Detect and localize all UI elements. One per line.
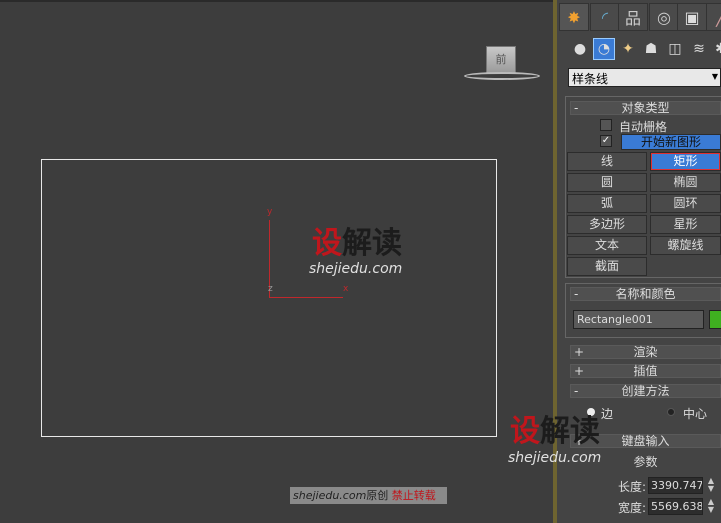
autogrid-label: 自动栅格 bbox=[619, 120, 668, 134]
axis-x-label: x bbox=[343, 284, 349, 294]
tab-hierarchy[interactable]: 品 bbox=[618, 3, 648, 31]
category-dropdown[interactable]: 样条线 ▼ bbox=[568, 68, 721, 87]
viewcube-ring[interactable] bbox=[464, 72, 540, 80]
shape-button[interactable]: 线 bbox=[567, 152, 647, 171]
watermark-logo: 设解读 bbox=[312, 226, 402, 261]
panel-watermark-url: shejiedu.com bbox=[508, 450, 602, 466]
edge-label: 边 bbox=[601, 407, 614, 421]
shape-button[interactable]: 星形 bbox=[650, 215, 721, 234]
interpolation-header[interactable]: + 插值 bbox=[570, 364, 721, 378]
center-label: 中心 bbox=[683, 407, 708, 421]
lights-icon[interactable]: ✦ bbox=[617, 38, 639, 60]
shapes-icon[interactable]: ◔ bbox=[593, 38, 615, 60]
shape-button[interactable]: 矩形 bbox=[650, 152, 721, 171]
shape-button[interactable]: 圆 bbox=[567, 173, 647, 192]
shape-button[interactable]: 文本 bbox=[567, 236, 647, 255]
shape-button[interactable]: 椭圆 bbox=[650, 173, 721, 192]
width-spinner[interactable]: ▲ ▼ bbox=[705, 498, 717, 515]
autogrid-checkbox[interactable] bbox=[600, 119, 612, 131]
creation-method-header[interactable]: - 创建方法 bbox=[570, 384, 721, 398]
panel-watermark-logo: 设解读 bbox=[510, 414, 600, 449]
length-input[interactable]: 3390.747 bbox=[648, 477, 703, 494]
footer-watermark: shejiedu.com原创 禁止转载 bbox=[290, 487, 447, 504]
object-name-input[interactable]: Rectangle001 bbox=[573, 310, 704, 329]
shape-button[interactable]: 弧 bbox=[567, 194, 647, 213]
axis-y-label: y bbox=[267, 207, 273, 217]
watermark-url: shejiedu.com bbox=[309, 261, 403, 277]
viewport[interactable]: 前 y x z 设解读 shejiedu.com shejiedu.com原创 … bbox=[0, 0, 553, 523]
shape-button[interactable]: 截面 bbox=[567, 257, 647, 276]
viewcube-label: 前 bbox=[495, 53, 507, 66]
start-new-shape-checkbox[interactable]: ✓ bbox=[600, 135, 612, 147]
center-radio[interactable] bbox=[667, 408, 675, 416]
shape-button[interactable]: 多边形 bbox=[567, 215, 647, 234]
helpers-icon[interactable]: ◫ bbox=[664, 38, 686, 60]
tab-modify[interactable]: ◜ bbox=[590, 3, 620, 31]
rectangle-shape[interactable] bbox=[41, 159, 497, 437]
name-color-header[interactable]: - 名称和颜色 bbox=[570, 287, 721, 301]
rendering-header[interactable]: + 渲染 bbox=[570, 345, 721, 359]
object-type-header[interactable]: - 对象类型 bbox=[570, 101, 721, 115]
length-spinner[interactable]: ▲ ▼ bbox=[705, 477, 717, 494]
tab-create[interactable]: ✸ bbox=[559, 3, 589, 31]
cameras-icon[interactable]: ☗ bbox=[640, 38, 662, 60]
geometry-icon[interactable]: ● bbox=[569, 38, 591, 60]
axis-z-label: z bbox=[268, 284, 273, 294]
length-label: 长度: bbox=[618, 480, 647, 494]
width-input[interactable]: 5569.638 bbox=[648, 498, 703, 515]
axis-x-line bbox=[269, 297, 343, 298]
object-color-swatch[interactable] bbox=[709, 310, 721, 329]
width-label: 宽度: bbox=[618, 501, 647, 515]
tab-motion[interactable]: ◎ bbox=[649, 3, 679, 31]
tab-display[interactable]: ▣ bbox=[677, 3, 707, 31]
viewcube[interactable]: 前 bbox=[486, 46, 516, 74]
systems-icon[interactable]: ✱ bbox=[710, 38, 721, 60]
tab-utilities[interactable]: ╱ bbox=[706, 3, 721, 31]
space-warps-icon[interactable]: ≋ bbox=[688, 38, 710, 60]
shape-button[interactable]: 螺旋线 bbox=[650, 236, 721, 255]
shape-button[interactable]: 圆环 bbox=[650, 194, 721, 213]
start-new-shape-button[interactable]: 开始新图形 bbox=[621, 134, 721, 150]
